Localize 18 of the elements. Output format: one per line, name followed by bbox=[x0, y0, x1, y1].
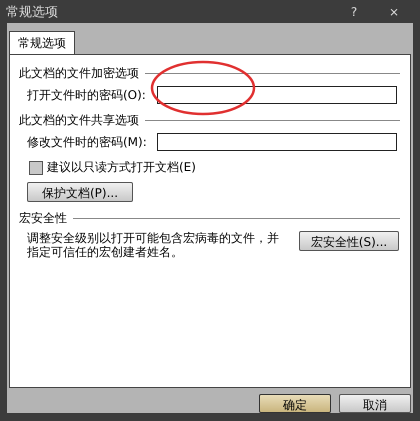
tab[interactable]: 常规选项 bbox=[9, 31, 75, 55]
section-heading: 此文档的文件加密选项 bbox=[19, 65, 139, 82]
protect-document-button[interactable]: 保护文档(P)... bbox=[27, 182, 133, 202]
checkbox-label: 建议以只读方式打开文档(E) bbox=[47, 159, 196, 176]
field-label: 打开文件时的密码(O): bbox=[27, 86, 147, 104]
open-password-field[interactable] bbox=[157, 86, 397, 104]
section-heading: 宏安全性 bbox=[19, 210, 67, 227]
help-button[interactable]: ? bbox=[334, 4, 374, 18]
macro-description: 调整安全级别以打开可能包含宏病毒的文件，并指定可信任的宏创建者姓名。 bbox=[27, 231, 280, 259]
window-title: 常规选项 bbox=[6, 4, 59, 20]
checkbox[interactable] bbox=[29, 160, 43, 174]
dialog-button[interactable]: 取消 bbox=[339, 394, 411, 413]
dialog-button[interactable]: 确定 bbox=[259, 394, 331, 413]
modify-password-field[interactable] bbox=[157, 133, 397, 151]
macro-security-button[interactable]: 宏安全性(S)... bbox=[299, 231, 399, 251]
field-label: 修改文件时的密码(M): bbox=[27, 134, 148, 150]
close-button[interactable]: × bbox=[374, 4, 414, 18]
section-heading: 此文档的文件共享选项 bbox=[19, 112, 139, 129]
